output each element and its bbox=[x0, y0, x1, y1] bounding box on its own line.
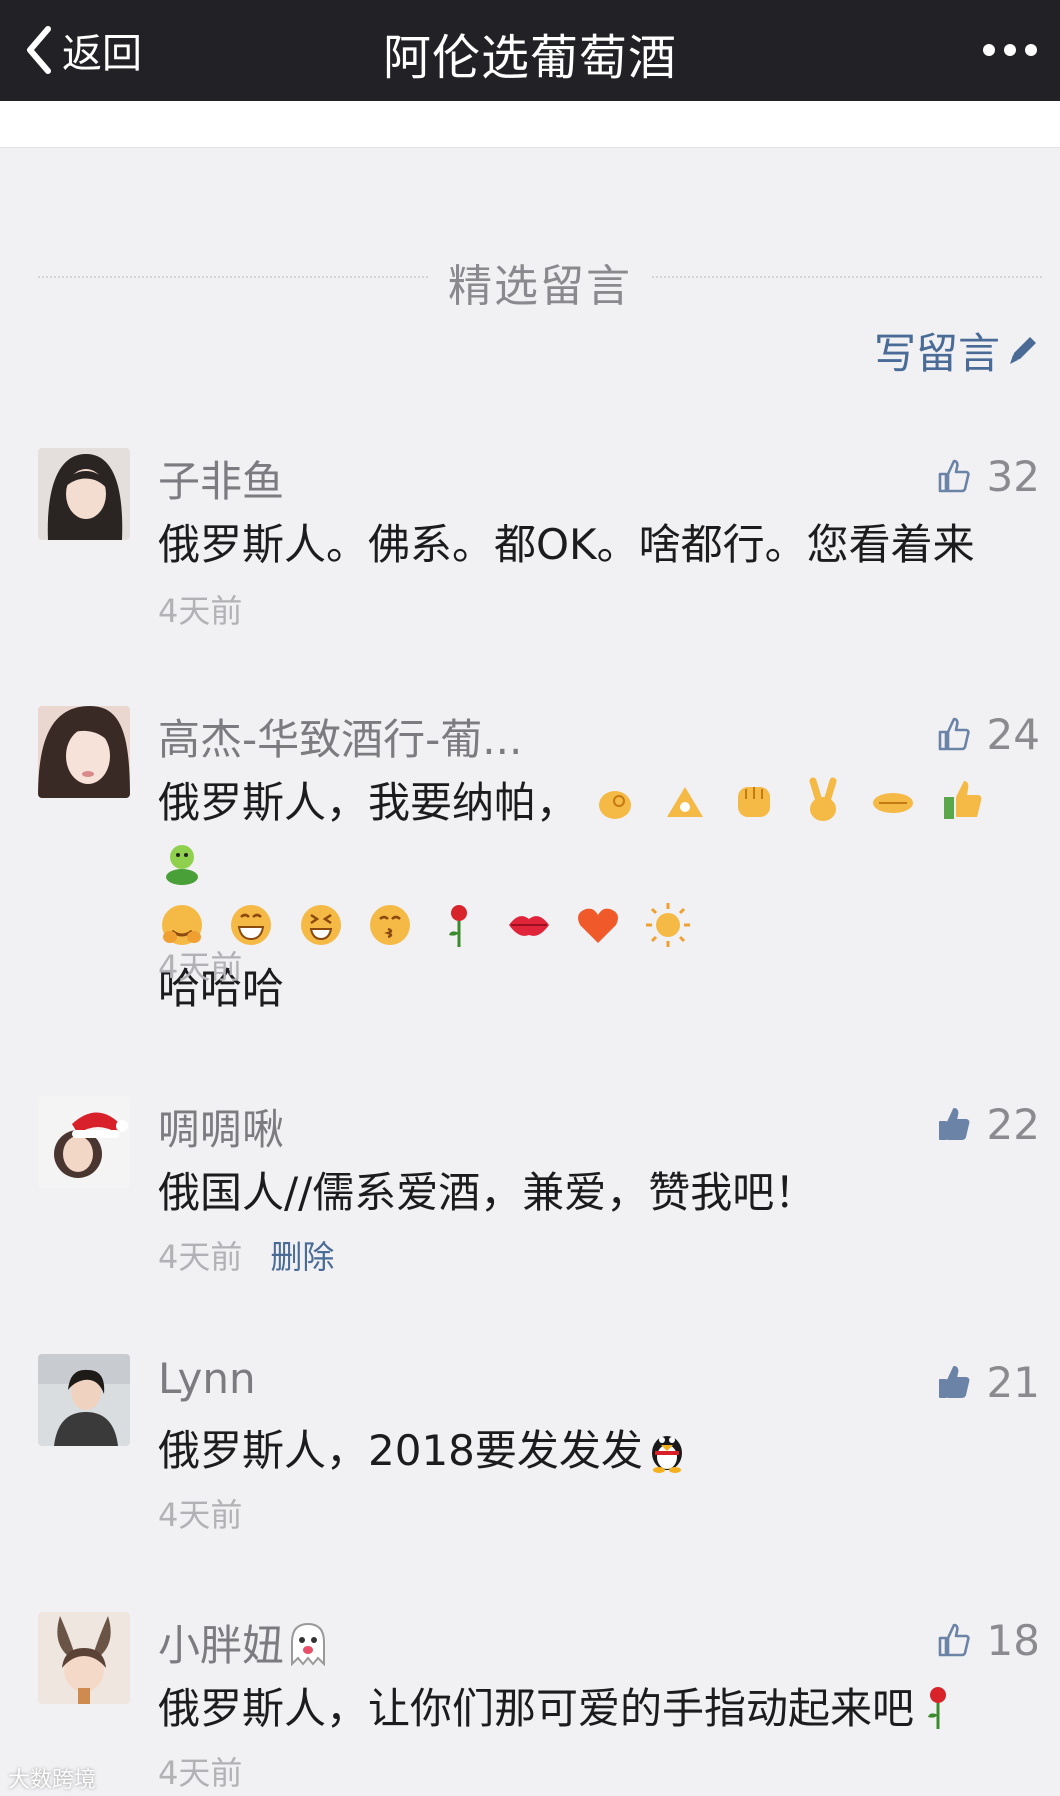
ok-hand-emoji-icon bbox=[661, 777, 709, 825]
like-count: 32 bbox=[986, 451, 1040, 501]
avatar[interactable] bbox=[38, 448, 130, 540]
commenter-name: 高杰-华致酒行-葡... bbox=[158, 715, 523, 764]
like-button[interactable]: 21 bbox=[937, 1356, 1040, 1408]
avatar[interactable] bbox=[38, 1354, 130, 1446]
sun-emoji-icon bbox=[644, 901, 692, 949]
timestamp: 4天前 bbox=[158, 1754, 243, 1792]
avatar-image bbox=[38, 706, 130, 798]
comment-text: 俄罗斯人，2018要发发发 bbox=[158, 1420, 1038, 1482]
kissing-face-emoji-icon bbox=[366, 901, 414, 949]
comment-meta: 4天前 删除 bbox=[158, 1232, 334, 1278]
comment-text-line: 俄罗斯人，2018要发发发 bbox=[158, 1426, 643, 1475]
ghost-emoji-icon bbox=[284, 1620, 332, 1668]
commenter-name-text: 小胖妞 bbox=[158, 1621, 285, 1670]
comment-item: 小胖妞 18 俄罗斯人，让你们那可爱的手指动起来吧 4天前 bbox=[0, 1612, 1060, 1796]
comment-time: 4天前 bbox=[158, 1748, 242, 1794]
avatar-image bbox=[38, 1612, 130, 1704]
comment-item: 高杰-华致酒行-葡... 24 俄罗斯人，我要纳帕， 哈哈哈 4天前 bbox=[0, 706, 1060, 1026]
page-title: 阿伦选葡萄酒 bbox=[382, 30, 677, 86]
thumbs-up-emoji-icon bbox=[938, 777, 986, 825]
like-count: 18 bbox=[986, 1615, 1040, 1665]
timestamp: 4天前 bbox=[158, 1238, 243, 1276]
timestamp: 4天前 bbox=[158, 948, 243, 986]
comment-item: 啁啁啾 22 俄国人//儒系爱酒，兼爱，赞我吧！ 4天前 删除 bbox=[0, 1096, 1060, 1276]
avatar-image bbox=[38, 1096, 130, 1188]
comment-item: Lynn 21 俄罗斯人，2018要发发发 4天前 bbox=[0, 1354, 1060, 1534]
like-button[interactable]: 32 bbox=[937, 450, 1040, 502]
commenter-name: Lynn bbox=[158, 1354, 256, 1403]
article-bottom-strip bbox=[0, 101, 1060, 148]
rose-emoji-icon bbox=[435, 901, 483, 949]
comment-time: 4天前 bbox=[158, 586, 242, 632]
write-comment-button[interactable]: 写留言 bbox=[874, 322, 1040, 378]
penguin-emoji-icon bbox=[643, 1425, 691, 1473]
comment-text-line: 俄罗斯人，我要纳帕， bbox=[158, 778, 579, 827]
like-count: 21 bbox=[986, 1357, 1040, 1407]
comment-text: 俄国人//儒系爱酒，兼爱，赞我吧！ bbox=[158, 1168, 817, 1217]
commenter-name: 子非鱼 bbox=[158, 457, 285, 506]
section-title: 精选留言 bbox=[448, 261, 632, 312]
comment-text: 俄罗斯人，我要纳帕， 哈哈哈 bbox=[158, 772, 1038, 1020]
comment-text: 俄罗斯人，让你们那可爱的手指动起来吧 bbox=[158, 1678, 1038, 1740]
comment-item: 子非鱼 32 俄罗斯人。佛系。都OK。啥都行。您看着来 4天前 bbox=[0, 448, 1060, 630]
victory-hand-emoji-icon bbox=[799, 777, 847, 825]
section-divider: 精选留言 bbox=[38, 250, 1042, 312]
pencil-icon bbox=[1010, 337, 1036, 364]
fist-emoji-icon bbox=[730, 777, 778, 825]
like-button[interactable]: 22 bbox=[937, 1098, 1040, 1150]
comment-text-line: 俄罗斯人，让你们那可爱的手指动起来吧 bbox=[158, 1684, 915, 1733]
thumb-up-icon bbox=[938, 459, 970, 493]
write-comment-label: 写留言 bbox=[873, 328, 1000, 378]
avatar[interactable] bbox=[38, 1096, 130, 1188]
green-frog-emoji-icon bbox=[158, 839, 206, 887]
rose-emoji-icon bbox=[914, 1683, 962, 1731]
like-button[interactable]: 24 bbox=[937, 708, 1040, 760]
more-options-icon[interactable] bbox=[980, 32, 1040, 68]
heart-emoji-icon bbox=[574, 901, 622, 949]
avatar-image bbox=[38, 1354, 130, 1446]
commenter-name: 小胖妞 bbox=[158, 1612, 340, 1673]
handshake-emoji-icon bbox=[869, 777, 917, 825]
timestamp: 4天前 bbox=[158, 1496, 243, 1534]
thumb-up-filled-icon bbox=[938, 1108, 969, 1140]
comment-time: 4天前 bbox=[158, 1490, 242, 1536]
comment-time: 4天前 bbox=[158, 942, 242, 988]
timestamp: 4天前 bbox=[158, 592, 243, 630]
avatar[interactable] bbox=[38, 1612, 130, 1704]
watermark: 大数跨境 bbox=[8, 1768, 97, 1793]
like-count: 24 bbox=[986, 709, 1040, 759]
beckon-hand-emoji-icon bbox=[591, 777, 639, 825]
avatar[interactable] bbox=[38, 706, 130, 798]
thumb-up-filled-icon bbox=[938, 1366, 969, 1398]
lips-emoji-icon bbox=[505, 901, 553, 949]
comment-text: 俄罗斯人。佛系。都OK。啥都行。您看着来 bbox=[158, 520, 975, 569]
thumb-up-icon bbox=[938, 717, 970, 751]
divider-line-right bbox=[652, 276, 1042, 278]
thumb-up-icon bbox=[938, 1623, 970, 1657]
delete-link[interactable]: 删除 bbox=[270, 1238, 334, 1276]
laughing-face-emoji-icon bbox=[297, 901, 345, 949]
avatar-image bbox=[38, 448, 130, 540]
navigation-bar: 返回 阿伦选葡萄酒 bbox=[0, 0, 1060, 101]
like-button[interactable]: 18 bbox=[937, 1614, 1040, 1666]
like-count: 22 bbox=[986, 1099, 1040, 1149]
commenter-name: 啁啁啾 bbox=[158, 1105, 285, 1154]
